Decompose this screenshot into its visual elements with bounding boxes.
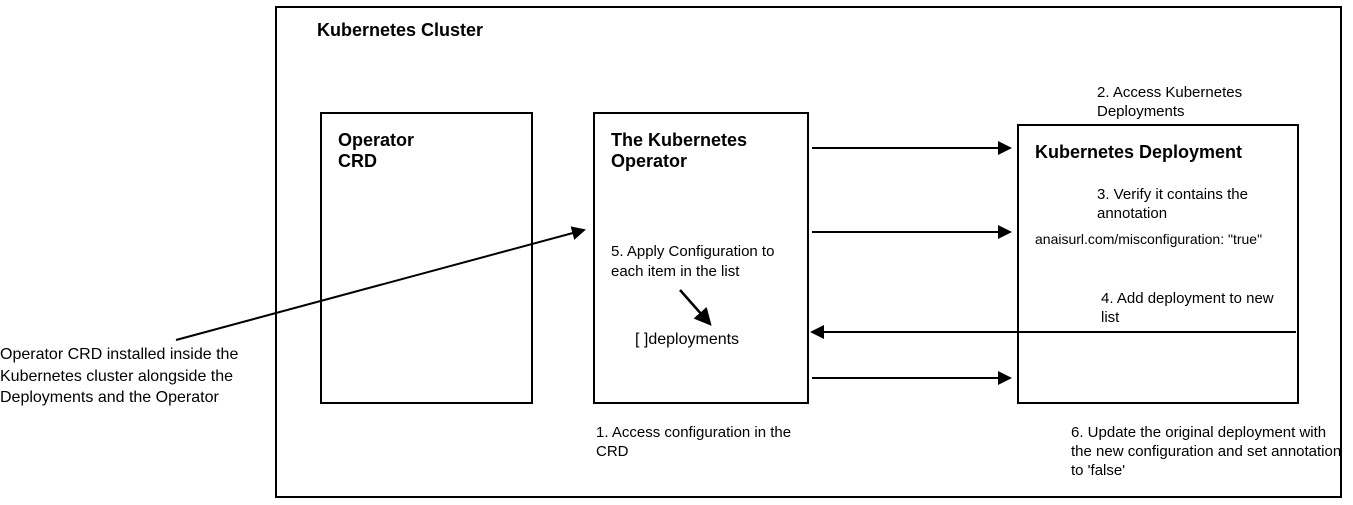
operator-title: The Kubernetes Operator bbox=[611, 130, 791, 172]
deployments-list-label: [ ]deployments bbox=[635, 331, 791, 349]
deployment-title: Kubernetes Deployment bbox=[1035, 142, 1281, 163]
operator-crd-box: Operator CRD bbox=[320, 112, 533, 404]
deployment-annotation: anaisurl.com/misconfiguration: "true" bbox=[1035, 231, 1281, 247]
cluster-title: Kubernetes Cluster bbox=[317, 20, 483, 41]
external-crd-description: Operator CRD installed inside the Kubern… bbox=[0, 344, 247, 409]
cluster-box: Kubernetes Cluster Operator CRD The Kube… bbox=[275, 6, 1342, 498]
kubernetes-deployment-box: Kubernetes Deployment anaisurl.com/misco… bbox=[1017, 124, 1299, 404]
operator-crd-title: Operator CRD bbox=[338, 130, 515, 172]
step-4-label: 4. Add deployment to new list bbox=[1101, 290, 1281, 328]
kubernetes-operator-box: The Kubernetes Operator 5. Apply Configu… bbox=[593, 112, 809, 404]
step-3-label: 3. Verify it contains the annotation bbox=[1097, 186, 1277, 224]
step-6-label: 6. Update the original deployment with t… bbox=[1071, 424, 1351, 480]
step-1-label: 1. Access configuration in the CRD bbox=[596, 424, 796, 462]
step-2-label: 2. Access Kubernetes Deployments bbox=[1097, 84, 1247, 122]
step-5-label: 5. Apply Configuration to each item in t… bbox=[611, 242, 791, 281]
